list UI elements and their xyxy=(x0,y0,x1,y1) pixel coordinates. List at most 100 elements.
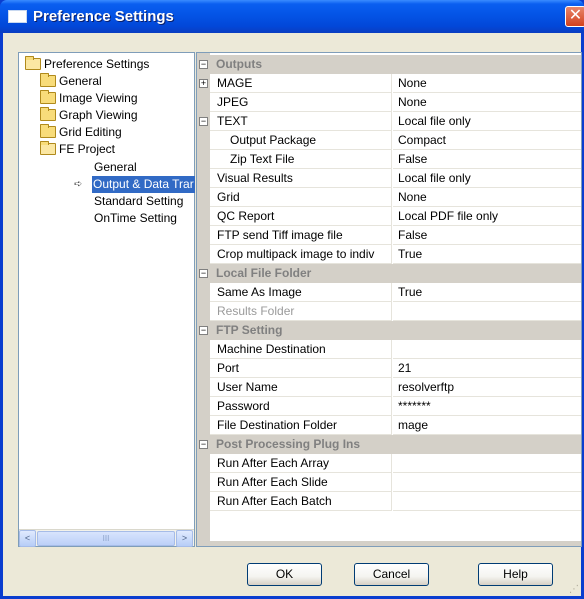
tree-item-label: Grid Editing xyxy=(59,125,122,139)
property-name: Results Folder xyxy=(210,302,392,321)
tree-horizontal-scrollbar[interactable]: < III > xyxy=(19,529,194,547)
expand-icon[interactable]: + xyxy=(199,79,208,88)
property-row-zip-text-file[interactable]: Zip Text File False xyxy=(197,150,581,169)
property-name: Run After Each Slide xyxy=(210,473,392,492)
property-name: File Destination Folder xyxy=(210,416,392,435)
category-local-file-folder[interactable]: − Local File Folder xyxy=(197,264,581,283)
property-row-password[interactable]: Password ******* xyxy=(197,397,581,416)
property-row-results-folder: Results Folder xyxy=(197,302,581,321)
property-row-qc-report[interactable]: QC Report Local PDF file only xyxy=(197,207,581,226)
property-name: MAGE xyxy=(210,74,392,93)
property-value[interactable]: True xyxy=(393,283,581,302)
property-value[interactable]: False xyxy=(393,150,581,169)
selected-arrow-icon: ➪ xyxy=(74,179,83,190)
property-row-user-name[interactable]: User Name resolverftp xyxy=(197,378,581,397)
category-label: Local File Folder xyxy=(216,266,312,280)
tree-item-label: General xyxy=(59,74,102,88)
scroll-right-button[interactable]: > xyxy=(176,530,193,547)
property-value[interactable]: Local PDF file only xyxy=(393,207,581,226)
tree-item-label: Output & Data Trar xyxy=(92,176,195,193)
property-value[interactable]: 21 xyxy=(393,359,581,378)
property-value[interactable] xyxy=(393,454,581,473)
property-row-machine-destination[interactable]: Machine Destination xyxy=(197,340,581,359)
property-value[interactable]: ******* xyxy=(393,397,581,416)
property-value[interactable] xyxy=(393,473,581,492)
property-value[interactable]: False xyxy=(393,226,581,245)
folder-icon xyxy=(40,124,56,138)
help-button[interactable]: Help xyxy=(478,563,553,586)
property-row-output-package[interactable]: Output Package Compact xyxy=(197,131,581,150)
dialog-client-area: Preference Settings General Image Viewin… xyxy=(3,33,582,596)
property-value[interactable]: Compact xyxy=(393,131,581,150)
open-folder-icon xyxy=(25,56,41,70)
property-value[interactable] xyxy=(393,492,581,511)
property-name: Visual Results xyxy=(210,169,392,188)
preference-settings-window: Preference Settings ✕ Preference Setting… xyxy=(0,0,584,599)
property-row-jpeg[interactable]: JPEG None xyxy=(197,93,581,112)
property-value[interactable]: mage xyxy=(393,416,581,435)
window-title: Preference Settings xyxy=(33,8,174,25)
tree-item-label: Image Viewing xyxy=(59,91,138,105)
close-button[interactable]: ✕ xyxy=(565,6,584,27)
property-row-run-after-slide[interactable]: Run After Each Slide xyxy=(197,473,581,492)
property-name: Crop multipack image to indiv xyxy=(210,245,392,264)
property-row-grid[interactable]: Grid None xyxy=(197,188,581,207)
collapse-icon[interactable]: − xyxy=(199,326,208,335)
property-name: Zip Text File xyxy=(210,150,392,169)
property-value[interactable]: None xyxy=(393,93,581,112)
property-row-visual-results[interactable]: Visual Results Local file only xyxy=(197,169,581,188)
property-row-ftp-send-tiff[interactable]: FTP send Tiff image file False xyxy=(197,226,581,245)
settings-tree[interactable]: Preference Settings General Image Viewin… xyxy=(18,52,195,547)
property-name: FTP send Tiff image file xyxy=(210,226,392,245)
category-label: FTP Setting xyxy=(216,323,283,337)
resize-grip-icon[interactable]: ⋰ xyxy=(569,584,579,595)
property-row-file-destination-folder[interactable]: File Destination Folder mage xyxy=(197,416,581,435)
property-name: Same As Image xyxy=(210,283,392,302)
category-label: Outputs xyxy=(216,57,262,71)
scroll-left-button[interactable]: < xyxy=(19,530,36,547)
window-icon xyxy=(8,10,27,23)
title-bar[interactable]: Preference Settings ✕ xyxy=(0,0,584,33)
folder-icon xyxy=(40,73,56,87)
property-value xyxy=(393,302,581,321)
collapse-icon[interactable]: − xyxy=(199,269,208,278)
property-row-port[interactable]: Port 21 xyxy=(197,359,581,378)
collapse-icon[interactable]: − xyxy=(199,440,208,449)
property-row-run-after-array[interactable]: Run After Each Array xyxy=(197,454,581,473)
property-row-same-as-image[interactable]: Same As Image True xyxy=(197,283,581,302)
folder-icon xyxy=(40,107,56,121)
property-value[interactable]: Local file only xyxy=(393,112,581,131)
property-row-run-after-batch[interactable]: Run After Each Batch xyxy=(197,492,581,511)
property-value[interactable]: None xyxy=(393,188,581,207)
property-row-crop-multipack[interactable]: Crop multipack image to indiv True xyxy=(197,245,581,264)
category-outputs[interactable]: − Outputs xyxy=(197,55,581,74)
category-label: Post Processing Plug Ins xyxy=(216,437,361,451)
property-name: Port xyxy=(210,359,392,378)
property-row-text[interactable]: − TEXT Local file only xyxy=(197,112,581,131)
property-value[interactable]: True xyxy=(393,245,581,264)
property-name: QC Report xyxy=(210,207,392,226)
category-post-processing[interactable]: − Post Processing Plug Ins xyxy=(197,435,581,454)
property-value[interactable]: None xyxy=(393,74,581,93)
property-name: Machine Destination xyxy=(210,340,392,359)
property-grid-footer xyxy=(197,541,581,546)
cancel-button[interactable]: Cancel xyxy=(354,563,429,586)
property-value[interactable] xyxy=(393,340,581,359)
tree-item-label: General xyxy=(94,160,137,174)
property-name: JPEG xyxy=(210,93,392,112)
ok-button[interactable]: OK xyxy=(247,563,322,586)
scroll-thumb[interactable]: III xyxy=(37,531,175,546)
property-name: TEXT xyxy=(210,112,392,131)
collapse-icon[interactable]: − xyxy=(199,117,208,126)
property-grid[interactable]: − Outputs + MAGE None JPEG None − TEXT L… xyxy=(196,52,582,547)
property-row-mage[interactable]: + MAGE None xyxy=(197,74,581,93)
tree-item-label: FE Project xyxy=(59,142,116,156)
property-name: Grid xyxy=(210,188,392,207)
property-value[interactable]: resolverftp xyxy=(393,378,581,397)
category-ftp-setting[interactable]: − FTP Setting xyxy=(197,321,581,340)
collapse-icon[interactable]: − xyxy=(199,60,208,69)
property-name: Output Package xyxy=(210,131,392,150)
folder-icon xyxy=(40,90,56,104)
property-value[interactable]: Local file only xyxy=(393,169,581,188)
property-name: Run After Each Array xyxy=(210,454,392,473)
